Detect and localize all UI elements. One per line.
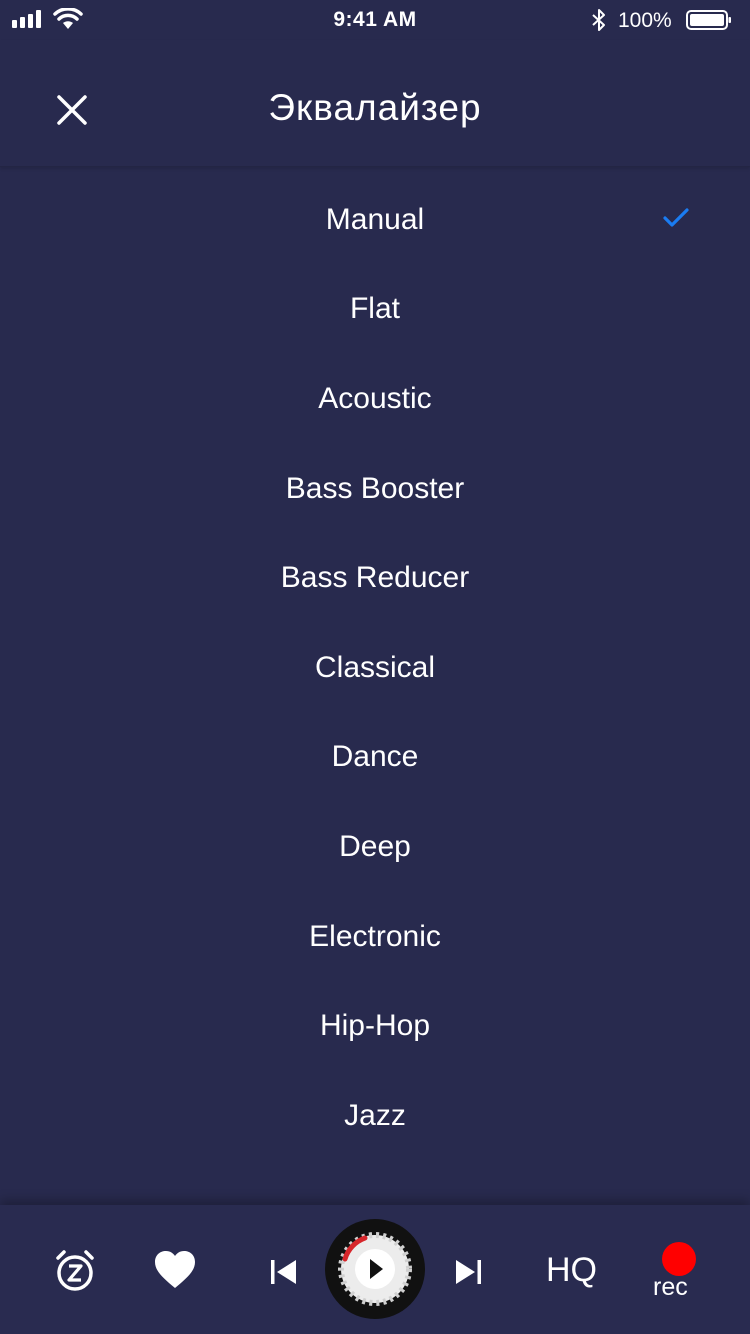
preset-item-deep[interactable]: Deep (0, 802, 750, 892)
preset-label: Manual (325, 202, 425, 236)
heart-icon[interactable] (153, 1250, 197, 1290)
preset-label: Dance (331, 740, 419, 774)
battery-percent: 100% (618, 9, 672, 32)
player-bar: HQ rec (0, 1205, 750, 1334)
preset-label: Flat (349, 292, 400, 326)
play-icon (338, 1232, 412, 1306)
preset-list: Manual Flat Acoustic Bass Booster Bass R… (0, 175, 750, 1161)
bluetooth-icon (592, 9, 605, 31)
preset-item-electronic[interactable]: Electronic (0, 892, 750, 982)
next-icon[interactable] (452, 1257, 484, 1287)
battery-icon (686, 10, 731, 30)
previous-icon[interactable] (268, 1257, 300, 1287)
record-label[interactable]: rec (653, 1273, 688, 1302)
preset-label: Bass Booster (285, 471, 465, 505)
preset-label: Electronic (309, 919, 441, 953)
check-icon (663, 208, 689, 227)
preset-item-jazz[interactable]: Jazz (0, 1071, 750, 1161)
preset-item-classical[interactable]: Classical (0, 623, 750, 713)
status-bar: 9:41 AM 100% (0, 0, 750, 40)
preset-label: Acoustic (318, 381, 432, 415)
record-dot[interactable] (662, 1242, 696, 1276)
preset-label: Deep (339, 829, 411, 863)
alarm-sleep-icon[interactable] (52, 1248, 98, 1294)
preset-label: Jazz (344, 1098, 406, 1132)
hq-button[interactable]: HQ (546, 1251, 597, 1290)
preset-label: Bass Reducer (280, 561, 470, 595)
preset-item-bass-reducer[interactable]: Bass Reducer (0, 533, 750, 623)
preset-label: Hip-Hop (319, 1009, 431, 1043)
preset-item-flat[interactable]: Flat (0, 265, 750, 355)
preset-item-bass-booster[interactable]: Bass Booster (0, 444, 750, 534)
preset-label: Classical (314, 650, 436, 684)
preset-item-acoustic[interactable]: Acoustic (0, 354, 750, 444)
header: Эквалайзер (0, 40, 750, 167)
preset-item-dance[interactable]: Dance (0, 713, 750, 803)
play-button[interactable] (325, 1219, 425, 1319)
preset-item-hip-hop[interactable]: Hip-Hop (0, 981, 750, 1071)
page-title: Эквалайзер (268, 87, 482, 128)
preset-item-manual[interactable]: Manual (0, 175, 750, 265)
